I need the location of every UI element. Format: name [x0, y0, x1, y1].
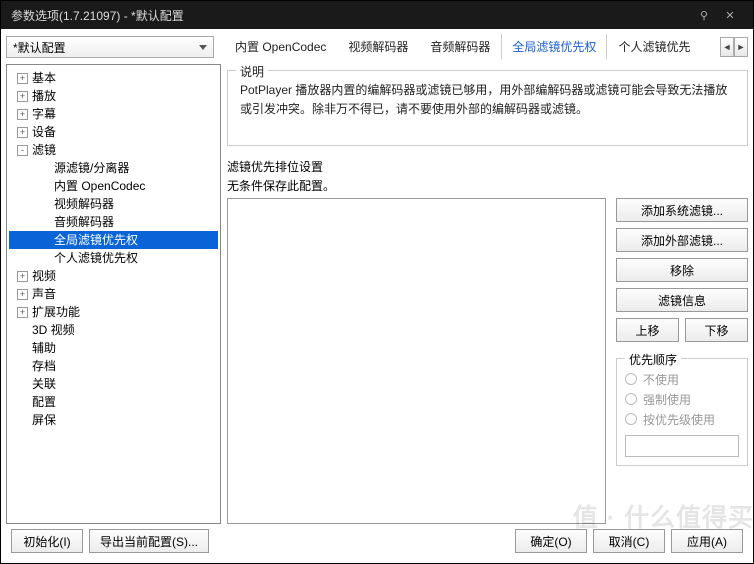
tree-item-label: 关联 [32, 375, 56, 393]
tree-item[interactable]: + 字幕 [9, 105, 218, 123]
tree-item-label: 内置 OpenCodec [54, 177, 145, 195]
settings-tree[interactable]: + 基本 + 播放 + 字幕 + 设备-滤镜源滤镜/分离器内置 OpenCodec视频解码器音… [6, 64, 221, 524]
tree-item-label: 播放 [32, 87, 56, 105]
close-icon[interactable]: ✕ [717, 9, 743, 22]
radio-icon [625, 373, 637, 385]
tree-item-label: 设备 [32, 123, 56, 141]
tab-scroll-right-icon[interactable]: ► [734, 37, 748, 57]
tree-item-label: 配置 [32, 393, 56, 411]
tree-item-label: 音频解码器 [54, 213, 114, 231]
expand-icon[interactable]: + [17, 127, 28, 138]
move-up-button[interactable]: 上移 [616, 318, 679, 342]
tree-item[interactable]: 全局滤镜优先权 [9, 231, 218, 249]
apply-button[interactable]: 应用(A) [671, 529, 743, 553]
description-title: 说明 [236, 63, 268, 82]
tree-item-label: 3D 视频 [32, 321, 75, 339]
tree-item[interactable]: 存档 [9, 357, 218, 375]
description-group: 说明 PotPlayer 播放器内置的编解码器或滤镜已够用，用外部编解码器或滤镜… [227, 70, 748, 146]
expand-icon[interactable]: + [17, 73, 28, 84]
tree-item[interactable]: 屏保 [9, 411, 218, 429]
tree-item[interactable]: 辅助 [9, 339, 218, 357]
pin-icon[interactable]: ⚲ [691, 9, 717, 22]
tree-item-label: 屏保 [32, 411, 56, 429]
tree-item[interactable]: 内置 OpenCodec [9, 177, 218, 195]
radio-icon [625, 393, 637, 405]
tree-item-label: 滤镜 [32, 141, 56, 159]
tab-video-decoder[interactable]: 视频解码器 [337, 34, 419, 60]
tree-item[interactable]: + 声音 [9, 285, 218, 303]
tree-item[interactable]: + 播放 [9, 87, 218, 105]
tree-item[interactable]: + 设备 [9, 123, 218, 141]
move-down-button[interactable]: 下移 [685, 318, 748, 342]
tab-personal-filter[interactable]: 个人滤镜优先 [607, 34, 701, 60]
collapse-icon[interactable]: - [17, 145, 28, 156]
tree-item[interactable]: 关联 [9, 375, 218, 393]
tree-item-label: 声音 [32, 285, 56, 303]
tree-item[interactable]: -滤镜 [9, 141, 218, 159]
priority-none-radio[interactable]: 不使用 [625, 369, 739, 389]
tab-global-filter[interactable]: 全局滤镜优先权 [501, 34, 607, 60]
description-text: PotPlayer 播放器内置的编解码器或滤镜已够用，用外部编解码器或滤镜可能会… [240, 81, 737, 118]
add-system-filter-button[interactable]: 添加系统滤镜... [616, 198, 748, 222]
expand-icon[interactable]: + [17, 289, 28, 300]
priority-force-radio[interactable]: 强制使用 [625, 389, 739, 409]
tree-item[interactable]: 音频解码器 [9, 213, 218, 231]
tab-scroll-left-icon[interactable]: ◄ [720, 37, 734, 57]
initialize-button[interactable]: 初始化(I) [11, 529, 83, 553]
tree-item-label: 存档 [32, 357, 56, 375]
add-external-filter-button[interactable]: 添加外部滤镜... [616, 228, 748, 252]
radio-icon [625, 413, 637, 425]
remove-filter-button[interactable]: 移除 [616, 258, 748, 282]
tab-audio-decoder[interactable]: 音频解码器 [419, 34, 501, 60]
priority-value-input[interactable] [625, 435, 739, 457]
ok-button[interactable]: 确定(O) [515, 529, 587, 553]
tree-item-label: 全局滤镜优先权 [54, 231, 138, 249]
tree-item[interactable]: 源滤镜/分离器 [9, 159, 218, 177]
filter-info-button[interactable]: 滤镜信息 [616, 288, 748, 312]
priority-rank-radio[interactable]: 按优先级使用 [625, 409, 739, 429]
priority-title: 优先顺序 [625, 351, 681, 368]
expand-icon[interactable]: + [17, 307, 28, 318]
titlebar: 参数选项(1.7.21097) - *默认配置 ⚲ ✕ [1, 1, 753, 29]
expand-icon[interactable]: + [17, 271, 28, 282]
export-config-button[interactable]: 导出当前配置(S)... [89, 529, 209, 553]
expand-icon[interactable]: + [17, 109, 28, 120]
tree-item-label: 个人滤镜优先权 [54, 249, 138, 267]
tree-item[interactable]: 配置 [9, 393, 218, 411]
tree-item-label: 视频 [32, 267, 56, 285]
tree-item-label: 基本 [32, 69, 56, 87]
window-title: 参数选项(1.7.21097) - *默认配置 [11, 7, 691, 24]
priority-group: 优先顺序 不使用 强制使用 [616, 358, 748, 466]
tree-item-label: 源滤镜/分离器 [54, 159, 129, 177]
tree-item[interactable]: + 基本 [9, 69, 218, 87]
tree-item-label: 字幕 [32, 105, 56, 123]
tree-item-label: 扩展功能 [32, 303, 80, 321]
profile-select[interactable]: *默认配置 [6, 36, 214, 58]
tree-item[interactable]: + 扩展功能 [9, 303, 218, 321]
tree-item[interactable]: + 视频 [9, 267, 218, 285]
filter-section-title: 滤镜优先排位设置 [227, 158, 748, 175]
profile-selected: *默认配置 [13, 39, 66, 56]
cancel-button[interactable]: 取消(C) [593, 529, 665, 553]
tab-bar: 内置 OpenCodec 视频解码器 音频解码器 全局滤镜优先权 个人滤镜优先 [224, 34, 718, 60]
filter-section-note: 无条件保存此配置。 [227, 177, 748, 194]
tree-item[interactable]: 个人滤镜优先权 [9, 249, 218, 267]
expand-icon[interactable]: + [17, 91, 28, 102]
tree-item[interactable]: 视频解码器 [9, 195, 218, 213]
tab-opencodec[interactable]: 内置 OpenCodec [224, 34, 337, 60]
tree-item-label: 辅助 [32, 339, 56, 357]
tree-item-label: 视频解码器 [54, 195, 114, 213]
tree-item[interactable]: 3D 视频 [9, 321, 218, 339]
filter-listbox[interactable] [227, 198, 606, 524]
